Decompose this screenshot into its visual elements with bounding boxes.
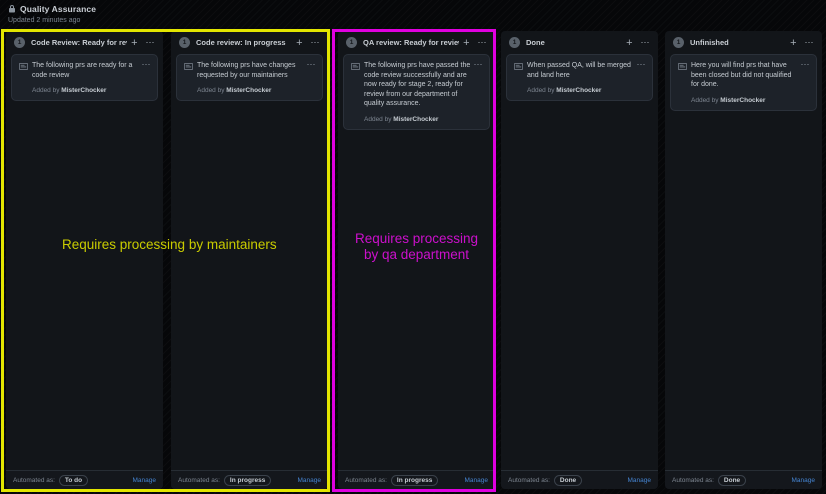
column-title: Code Review: Ready for review — [31, 38, 127, 47]
note-icon — [514, 61, 527, 94]
manage-link[interactable]: Manage — [133, 477, 157, 484]
manage-link[interactable]: Manage — [465, 477, 489, 484]
column-title: Unfinished — [690, 38, 786, 47]
column-header: 1 Code Review: Ready for review + ⋯ — [6, 31, 163, 53]
add-card-button plus-icon[interactable]: + — [463, 38, 469, 48]
column-automation-footer: Automated as: To do Manage — [6, 470, 163, 489]
column-header: 1 Unfinished + ⋯ — [665, 31, 822, 53]
column-title: QA review: Ready for review — [363, 38, 459, 47]
automation-preset-pill: To do — [59, 475, 88, 486]
updated-timestamp: Updated 2 minutes ago — [8, 17, 96, 24]
card-author: MisterChocker — [393, 116, 438, 123]
column-menu-button kebab-icon[interactable]: ⋯ — [311, 38, 321, 47]
column-menu-button kebab-icon[interactable]: ⋯ — [478, 38, 488, 47]
card-menu-button kebab-icon[interactable]: ⋯ — [637, 59, 647, 70]
card-added-by: Added by MisterChocker — [691, 97, 809, 104]
page-title: Quality Assurance — [20, 4, 96, 14]
board-column: 1 Code review: In progress + ⋯ ⋯ The fol… — [171, 31, 328, 489]
card-text: The following prs are ready for a code r… — [32, 61, 150, 80]
automation-preset-pill: In progress — [224, 475, 271, 486]
note-icon — [184, 61, 197, 94]
column-title: Done — [526, 38, 622, 47]
card-menu-button kebab-icon[interactable]: ⋯ — [142, 59, 152, 70]
card-count-badge: 1 — [14, 37, 25, 48]
column-menu-button kebab-icon[interactable]: ⋯ — [146, 38, 156, 47]
automation-preset-pill: Done — [718, 475, 746, 486]
card-text: Here you will find prs that have been cl… — [691, 61, 809, 90]
column-header: 1 Done + ⋯ — [501, 31, 658, 53]
card-added-by: Added by MisterChocker — [32, 87, 150, 94]
note-card[interactable]: ⋯ The following prs have changes request… — [176, 54, 323, 101]
automation-preset-pill: Done — [554, 475, 582, 486]
board-column: 1 QA review: Ready for review + ⋯ ⋯ The … — [338, 31, 495, 489]
card-text: When passed QA, will be merged and land … — [527, 61, 645, 80]
note-icon — [351, 61, 364, 123]
column-automation-footer: Automated as: In progress Manage — [338, 470, 495, 489]
board-column: 1 Code Review: Ready for review + ⋯ ⋯ Th… — [6, 31, 163, 489]
manage-link[interactable]: Manage — [792, 477, 816, 484]
column-header: 1 Code review: In progress + ⋯ — [171, 31, 328, 53]
note-card[interactable]: ⋯ The following prs are ready for a code… — [11, 54, 158, 101]
card-count-badge: 1 — [509, 37, 520, 48]
note-icon — [678, 61, 691, 104]
automated-as-label: Automated as: — [178, 477, 220, 484]
board-header: Quality Assurance Updated 2 minutes ago — [8, 4, 96, 24]
automation-preset-pill: In progress — [391, 475, 438, 486]
card-menu-button kebab-icon[interactable]: ⋯ — [474, 59, 484, 70]
automated-as-label: Automated as: — [13, 477, 55, 484]
card-count-badge: 1 — [673, 37, 684, 48]
automated-as-label: Automated as: — [508, 477, 550, 484]
card-count-badge: 1 — [346, 37, 357, 48]
column-menu-button kebab-icon[interactable]: ⋯ — [805, 38, 815, 47]
card-author: MisterChocker — [61, 87, 106, 94]
column-automation-footer: Automated as: In progress Manage — [171, 470, 328, 489]
note-icon — [19, 61, 32, 94]
manage-link[interactable]: Manage — [628, 477, 652, 484]
card-text: The following prs have passed the code r… — [364, 61, 482, 109]
manage-link[interactable]: Manage — [298, 477, 322, 484]
card-added-by: Added by MisterChocker — [364, 116, 482, 123]
note-card[interactable]: ⋯ Here you will find prs that have been … — [670, 54, 817, 111]
add-card-button plus-icon[interactable]: + — [296, 38, 302, 48]
add-card-button plus-icon[interactable]: + — [626, 38, 632, 48]
card-added-by: Added by MisterChocker — [197, 87, 315, 94]
card-menu-button kebab-icon[interactable]: ⋯ — [307, 59, 317, 70]
column-automation-footer: Automated as: Done Manage — [501, 470, 658, 489]
automated-as-label: Automated as: — [345, 477, 387, 484]
lock-icon — [8, 5, 16, 13]
automated-as-label: Automated as: — [672, 477, 714, 484]
card-author: MisterChocker — [226, 87, 271, 94]
column-menu-button kebab-icon[interactable]: ⋯ — [641, 38, 651, 47]
card-author: MisterChocker — [556, 87, 601, 94]
card-added-by: Added by MisterChocker — [527, 87, 645, 94]
board-column: 1 Done + ⋯ ⋯ When passed QA, will be mer… — [501, 31, 658, 489]
column-header: 1 QA review: Ready for review + ⋯ — [338, 31, 495, 53]
note-card[interactable]: ⋯ The following prs have passed the code… — [343, 54, 490, 130]
column-automation-footer: Automated as: Done Manage — [665, 470, 822, 489]
note-card[interactable]: ⋯ When passed QA, will be merged and lan… — [506, 54, 653, 101]
card-author: MisterChocker — [720, 97, 765, 104]
column-title: Code review: In progress — [196, 38, 292, 47]
add-card-button plus-icon[interactable]: + — [131, 38, 137, 48]
add-card-button plus-icon[interactable]: + — [790, 38, 796, 48]
card-count-badge: 1 — [179, 37, 190, 48]
board-column: 1 Unfinished + ⋯ ⋯ Here you will find pr… — [665, 31, 822, 489]
card-text: The following prs have changes requested… — [197, 61, 315, 80]
card-menu-button kebab-icon[interactable]: ⋯ — [801, 59, 811, 70]
